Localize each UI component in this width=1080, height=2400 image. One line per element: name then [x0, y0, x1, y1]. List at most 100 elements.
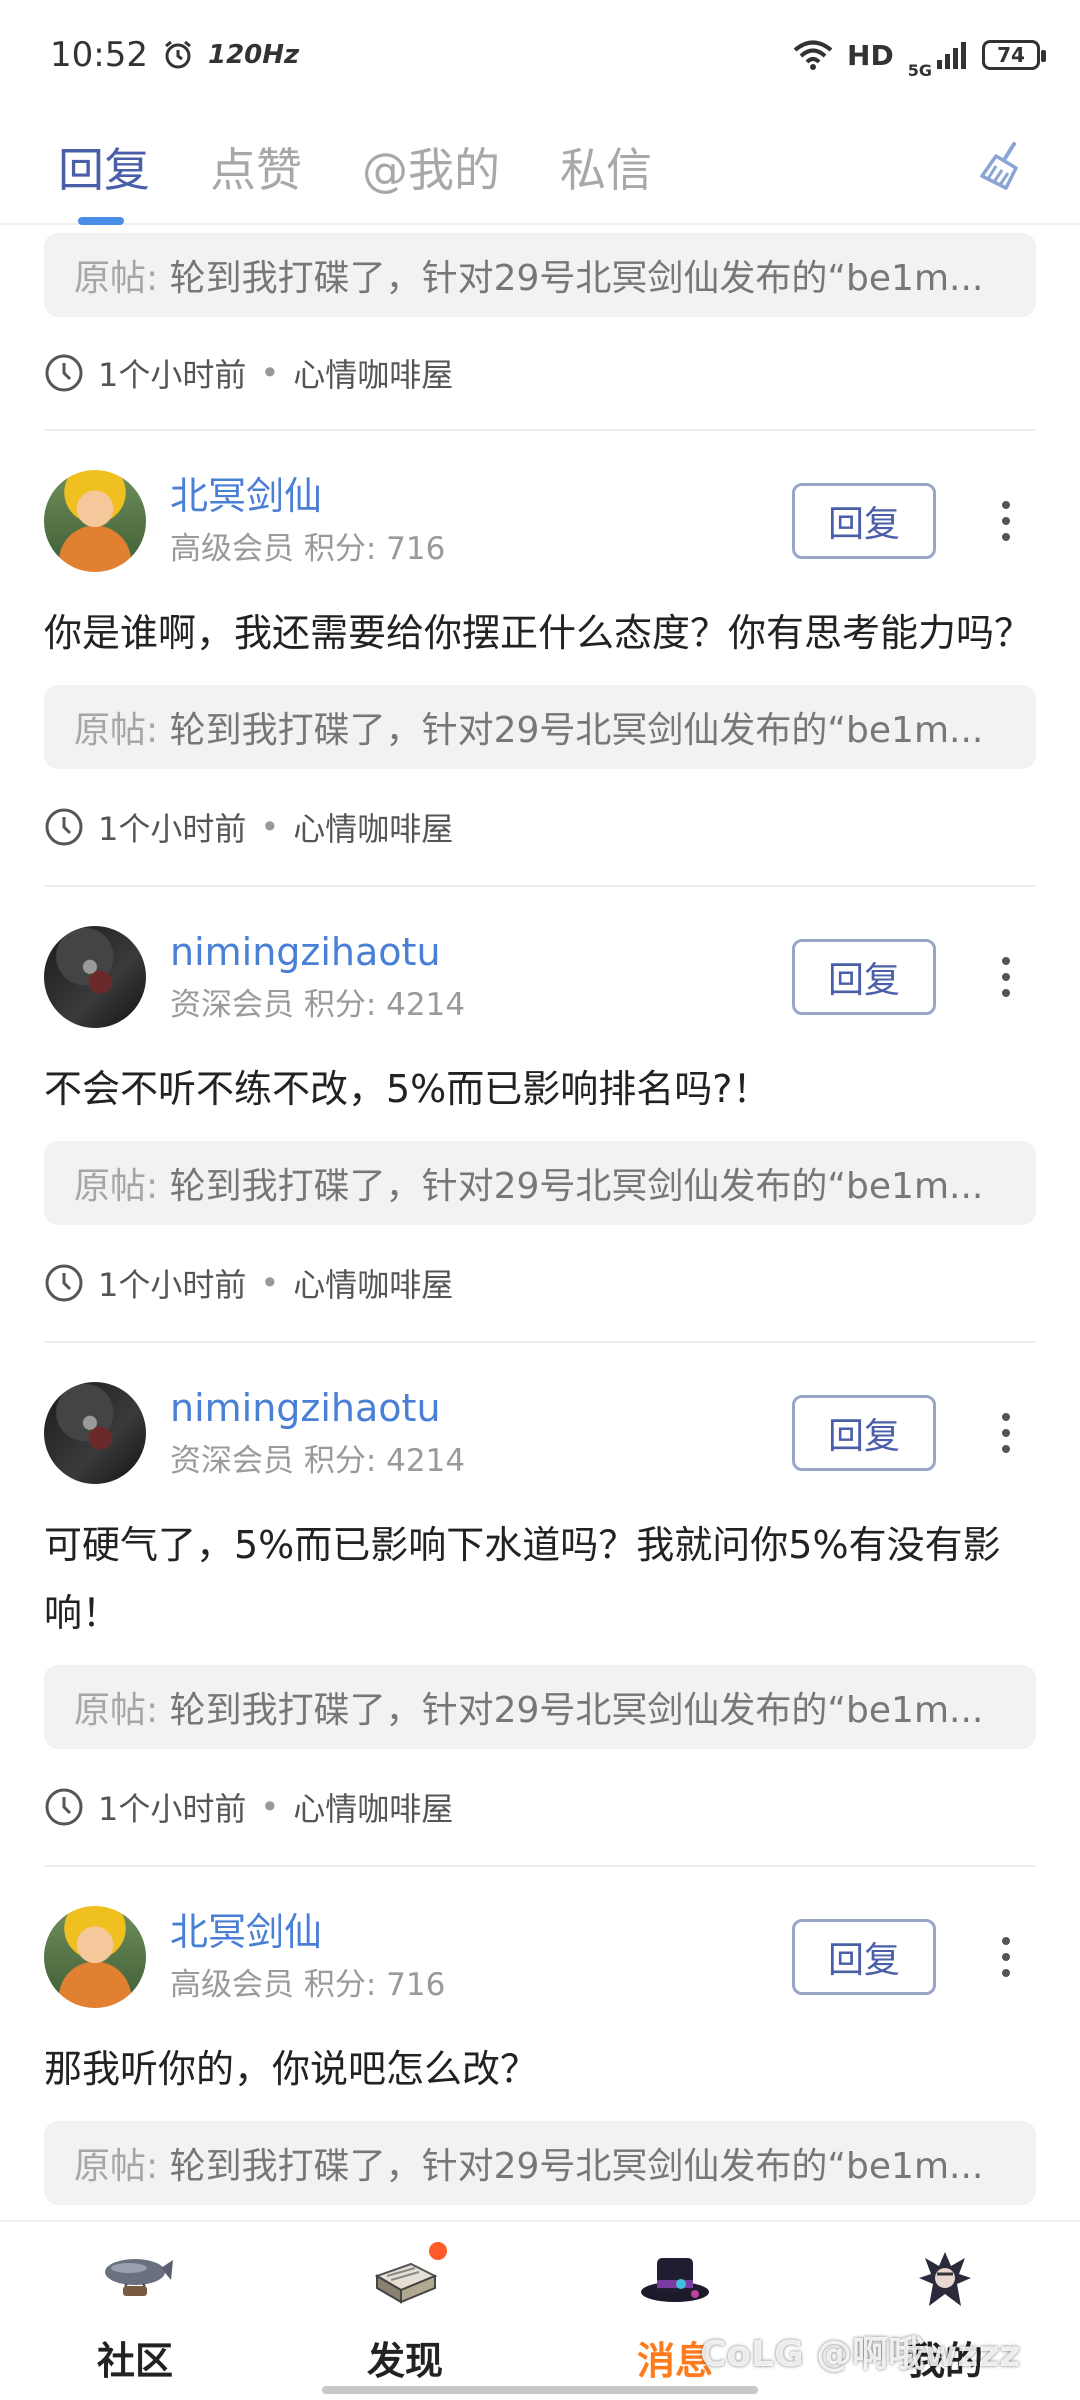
message-tabs: 回复 点赞 @我的 私信: [0, 110, 1080, 225]
tab-mentions[interactable]: @我的: [362, 110, 500, 225]
wifi-icon: [793, 40, 833, 70]
character-icon: [919, 2252, 971, 2306]
original-post-link[interactable]: 原帖: 轮到我打碟了，针对29号北冥剑仙发布的“be1m...: [44, 685, 1036, 769]
reply-content: 不会不听不练不改，5%而已影响排名吗?！: [44, 1067, 771, 1111]
reply-card: 北冥剑仙 高级会员 积分: 716 回复 你是谁啊，我还需要给你摆正什么态度？你…: [44, 431, 1036, 887]
reply-content: 可硬气了，5%而已影响下水道吗？我就问你5%有没有影响！: [44, 1523, 1001, 1635]
original-post-label: 原帖:: [74, 258, 159, 299]
airship-icon: [105, 2259, 173, 2296]
user-info: nimingzihaotu 资深会员 积分: 4214: [170, 1386, 792, 1481]
original-post-link[interactable]: 原帖: 轮到我打碟了，针对29号北冥剑仙发布的“be1m...: [44, 1665, 1036, 1749]
forum-name[interactable]: 心情咖啡屋: [293, 350, 453, 396]
reply-header: 北冥剑仙 高级会员 积分: 716 回复: [44, 431, 1036, 581]
reply-button[interactable]: 回复: [792, 1395, 936, 1471]
reply-content: 那我听你的，你说吧怎么改？: [44, 2047, 539, 2091]
reply-time: 1个小时前: [98, 1790, 247, 1828]
reply-button[interactable]: 回复: [792, 1919, 936, 1995]
original-post-text: 轮到我打碟了，针对29号北冥剑仙发布的“be1m...: [169, 1690, 984, 1731]
original-post-label: 原帖:: [74, 1166, 159, 1207]
original-post-link[interactable]: 原帖: 轮到我打碟了，针对29号北冥剑仙发布的“be1m...: [44, 2121, 1036, 2205]
nav-label: 社区: [96, 2339, 173, 2383]
forum-name[interactable]: 心情咖啡屋: [293, 1260, 453, 1306]
status-bar: 10:52 120Hz HD 5G 74: [0, 0, 1080, 110]
user-level: 资深会员 积分: 4214: [170, 987, 466, 1024]
reply-feed[interactable]: 原帖: 轮到我打碟了，针对29号北冥剑仙发布的“be1m... 1个小时前 • …: [0, 225, 1080, 2220]
tab-likes[interactable]: 点赞: [210, 110, 302, 225]
broom-icon[interactable]: [974, 138, 1030, 194]
avatar[interactable]: [44, 1382, 146, 1484]
original-post-label: 原帖:: [74, 2146, 159, 2187]
reply-time: 1个小时前: [98, 810, 247, 848]
user-info: 北冥剑仙 高级会员 积分: 716: [170, 1910, 792, 2005]
reply-header: nimingzihaotu 资深会员 积分: 4214 回复: [44, 887, 1036, 1037]
original-post-label: 原帖:: [74, 1690, 159, 1731]
original-post-text: 轮到我打碟了，针对29号北冥剑仙发布的“be1m...: [169, 2146, 984, 2187]
reply-time: 1个小时前: [98, 356, 247, 394]
original-post-text: 轮到我打碟了，针对29号北冥剑仙发布的“be1m...: [169, 258, 984, 299]
tab-private-messages[interactable]: 私信: [560, 110, 652, 225]
original-post-link[interactable]: 原帖: 轮到我打碟了，针对29号北冥剑仙发布的“be1m...: [44, 1141, 1036, 1225]
forum-name[interactable]: 心情咖啡屋: [293, 1784, 453, 1830]
user-level: 高级会员 积分: 716: [170, 1967, 446, 2004]
user-level: 高级会员 积分: 716: [170, 531, 446, 568]
reply-button[interactable]: 回复: [792, 939, 936, 1015]
clock-icon: [45, 354, 83, 392]
reply-card: nimingzihaotu 资深会员 积分: 4214 回复 不会不听不练不改，…: [44, 887, 1036, 1343]
more-options-icon[interactable]: [976, 939, 1036, 1015]
forum-name[interactable]: 心情咖啡屋: [293, 804, 453, 850]
reply-meta: 1个小时前 • 心情咖啡屋: [44, 1225, 1036, 1341]
avatar[interactable]: [44, 470, 146, 572]
alarm-icon: [165, 40, 191, 69]
clock-icon: [45, 1264, 83, 1302]
reply-time: 1个小时前: [98, 1266, 247, 1304]
notification-badge: [429, 2242, 447, 2260]
status-time: 10:52: [50, 35, 148, 75]
separator-dot: •: [260, 1788, 280, 1826]
reply-card-partial: 原帖: 轮到我打碟了，针对29号北冥剑仙发布的“be1m... 1个小时前 • …: [44, 233, 1036, 431]
tab-reply[interactable]: 回复: [58, 110, 150, 225]
refresh-rate: 120Hz: [207, 40, 300, 70]
user-name[interactable]: nimingzihaotu: [170, 1386, 792, 1432]
separator-dot: •: [260, 1264, 280, 1302]
reply-content: 你是谁啊，我还需要给你摆正什么态度？你有思考能力吗？: [44, 611, 1033, 655]
reply-card: nimingzihaotu 资深会员 积分: 4214 回复 可硬气了，5%而已…: [44, 1343, 1036, 1867]
nav-community[interactable]: 社区: [0, 2222, 270, 2400]
user-info: nimingzihaotu 资深会员 积分: 4214: [170, 930, 792, 1025]
clock-icon: [45, 1788, 83, 1826]
reply-button[interactable]: 回复: [792, 483, 936, 559]
original-post-text: 轮到我打碟了，针对29号北冥剑仙发布的“be1m...: [169, 710, 984, 751]
original-post-label: 原帖:: [74, 710, 159, 751]
clock-icon: [45, 808, 83, 846]
reply-meta: 1个小时前 • 心情咖啡屋: [44, 317, 1036, 429]
nav-label: 发现: [366, 2339, 443, 2383]
more-options-icon[interactable]: [976, 1919, 1036, 1995]
user-name[interactable]: 北冥剑仙: [170, 474, 792, 520]
reply-header: nimingzihaotu 资深会员 积分: 4214 回复: [44, 1343, 1036, 1493]
signal-icon: [937, 42, 966, 69]
home-indicator[interactable]: [322, 2386, 758, 2394]
watermark: CoLG @啊哦wzzz: [700, 2334, 1021, 2375]
user-name[interactable]: nimingzihaotu: [170, 930, 792, 976]
avatar[interactable]: [44, 926, 146, 1028]
user-info: 北冥剑仙 高级会员 积分: 716: [170, 474, 792, 569]
status-right: HD 5G 74: [793, 31, 1046, 80]
more-options-icon[interactable]: [976, 483, 1036, 559]
avatar[interactable]: [44, 1906, 146, 2008]
status-left: 10:52 120Hz: [50, 35, 299, 75]
hat-icon: [641, 2258, 709, 2302]
original-post-text: 轮到我打碟了，针对29号北冥剑仙发布的“be1m...: [169, 1166, 984, 1207]
signal-label: 5G: [907, 60, 932, 80]
original-post-link[interactable]: 原帖: 轮到我打碟了，针对29号北冥剑仙发布的“be1m...: [44, 233, 1036, 317]
battery-indicator: 74: [982, 40, 1046, 70]
reply-meta: 1个小时前 • 心情咖啡屋: [44, 1749, 1036, 1865]
network-type: HD: [847, 38, 894, 72]
nav-discover[interactable]: 发现: [270, 2222, 540, 2400]
more-options-icon[interactable]: [976, 1395, 1036, 1471]
reply-card: 北冥剑仙 高级会员 积分: 716 回复 那我听你的，你说吧怎么改？ 原帖: 轮…: [44, 1867, 1036, 2205]
user-level: 资深会员 积分: 4214: [170, 1443, 466, 1480]
reply-meta: 1个小时前 • 心情咖啡屋: [44, 769, 1036, 885]
user-name[interactable]: 北冥剑仙: [170, 1910, 792, 1956]
reply-header: 北冥剑仙 高级会员 积分: 716 回复: [44, 1867, 1036, 2017]
separator-dot: •: [260, 808, 280, 846]
separator-dot: •: [260, 354, 280, 392]
